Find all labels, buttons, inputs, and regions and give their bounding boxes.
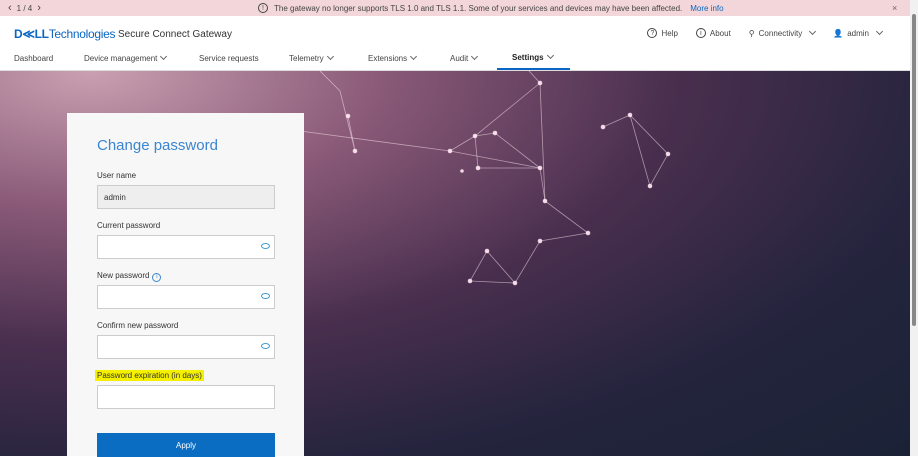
nav-settings[interactable]: Settings [512,51,554,62]
user-icon: 👤 [833,28,844,38]
eye-icon[interactable] [261,343,270,349]
new-password-input[interactable] [97,285,275,309]
close-icon[interactable]: × [892,3,897,13]
page-title: Change password [97,137,218,154]
nav-telemetry[interactable]: Telemetry [289,52,334,63]
eye-icon[interactable] [261,243,270,249]
connectivity-icon: ⚲ [748,28,755,38]
nav-service-requests[interactable]: Service requests [199,54,259,63]
username-label: User name [97,171,137,180]
banner-message: The gateway no longer supports TLS 1.0 a… [274,3,683,13]
pager-count: 1 / 4 [16,3,33,13]
help-button[interactable]: ? Help [647,28,678,38]
nav-audit[interactable]: Audit [450,52,479,63]
confirm-password-label: Confirm new password [97,321,179,330]
user-label: admin [847,28,869,38]
chevron-down-icon [410,52,418,61]
user-menu[interactable]: 👤 admin [833,27,884,38]
prev-icon[interactable]: ‹ [8,2,12,14]
chevron-down-icon [875,27,884,35]
chevron-down-icon [546,51,554,60]
eye-icon[interactable] [261,293,270,299]
chevron-down-icon [809,27,817,35]
help-label: Help [661,28,678,38]
chevron-down-icon [160,52,168,61]
info-icon: i [695,28,706,38]
current-password-label: Current password [97,221,161,230]
password-expiration-label: Password expiration (in days) [95,370,204,381]
nav-dashboard[interactable]: Dashboard [14,54,53,63]
dell-logo[interactable]: D≪LLTechnologies [14,27,115,41]
current-password-input[interactable] [97,235,275,259]
app-header: D≪LLTechnologies Secure Connect Gateway … [0,16,910,50]
apply-button[interactable]: Apply [97,433,275,457]
connectivity-menu[interactable]: ⚲ Connectivity [748,27,817,38]
banner-pager: ‹ 1 / 4 › [8,2,41,14]
app-name: Secure Connect Gateway [118,29,232,40]
new-password-label: New password i [97,271,162,282]
chevron-down-icon [471,52,479,61]
nav-extensions[interactable]: Extensions [368,52,418,63]
about-label: About [709,28,731,38]
confirm-password-input[interactable] [97,335,275,359]
notification-banner: ‹ 1 / 4 › ! The gateway no longer suppor… [0,0,910,16]
password-expiration-input[interactable] [97,385,275,409]
connectivity-label: Connectivity [758,28,803,38]
more-info-link[interactable]: More info [690,4,723,13]
chevron-down-icon [326,52,334,61]
active-tab-indicator [497,68,570,70]
next-icon[interactable]: › [37,2,41,14]
main-nav: Dashboard Device management Service requ… [0,50,910,71]
username-field: admin [97,185,275,209]
change-password-card: Change password User name admin Current … [67,113,304,457]
about-button[interactable]: i About [695,28,731,38]
info-icon[interactable]: i [152,272,162,282]
warning-icon: ! [258,3,268,13]
nav-device-management[interactable]: Device management [84,52,168,63]
scrollbar-thumb[interactable] [912,14,916,326]
help-icon: ? [647,28,658,38]
